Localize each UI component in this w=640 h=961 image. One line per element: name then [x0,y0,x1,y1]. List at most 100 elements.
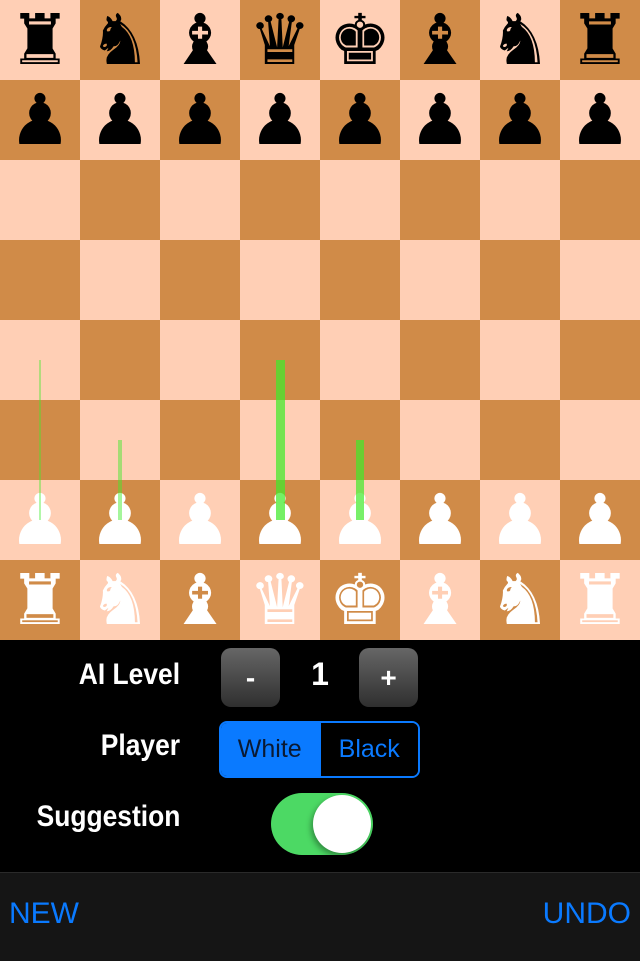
square-c4[interactable] [160,320,240,400]
player-label: Player [100,729,180,762]
square-e6[interactable] [320,160,400,240]
square-c1[interactable]: ♝ [160,560,240,640]
square-e4[interactable] [320,320,400,400]
square-g8[interactable]: ♞ [480,0,560,80]
square-g7[interactable]: ♟ [480,80,560,160]
new-game-button[interactable]: NEW [9,897,79,931]
white-knight-piece[interactable]: ♞ [80,560,160,640]
player-option-black[interactable]: Black [318,723,418,776]
square-h3[interactable] [560,400,640,480]
square-h8[interactable]: ♜ [560,0,640,80]
white-bishop-piece[interactable]: ♝ [400,560,480,640]
square-c3[interactable] [160,400,240,480]
square-c6[interactable] [160,160,240,240]
suggestion-line-d2-d4 [275,360,285,520]
black-rook-piece[interactable]: ♜ [0,0,80,80]
square-a8[interactable]: ♜ [0,0,80,80]
square-e5[interactable] [320,240,400,320]
white-rook-piece[interactable]: ♜ [560,560,640,640]
square-d5[interactable] [240,240,320,320]
square-f6[interactable] [400,160,480,240]
square-e1[interactable]: ♚ [320,560,400,640]
chess-board[interactable]: ♜ ♞ ♝ ♛ ♚ ♝ ♞ ♜ ♟ ♟ ♟ ♟ ♟ ♟ ♟ ♟ ♟ ♟ ♟ ♟ ♟ ♟ ♟ ♟ ♜ ♞ ♝ ♛ ♚ ♝ ♞ ♜ [0,0,640,640]
black-pawn-piece[interactable]: ♟ [0,80,80,160]
suggestion-line-a2-a4 [39,360,41,520]
player-option-white[interactable]: White [221,723,319,776]
white-king-piece[interactable]: ♚ [320,560,400,640]
square-a7[interactable]: ♟ [0,80,80,160]
black-pawn-piece[interactable]: ♟ [480,80,560,160]
ai-level-decrement-button[interactable]: - [221,648,280,707]
square-f5[interactable] [400,240,480,320]
square-f8[interactable]: ♝ [400,0,480,80]
white-queen-piece[interactable]: ♛ [240,560,320,640]
square-a5[interactable] [0,240,80,320]
bottom-toolbar: NEW UNDO [0,872,640,961]
square-b7[interactable]: ♟ [80,80,160,160]
black-pawn-piece[interactable]: ♟ [320,80,400,160]
square-f1[interactable]: ♝ [400,560,480,640]
square-c2[interactable]: ♟ [160,480,240,560]
black-queen-piece[interactable]: ♛ [240,0,320,80]
square-b8[interactable]: ♞ [80,0,160,80]
square-g2[interactable]: ♟ [480,480,560,560]
black-knight-piece[interactable]: ♞ [480,0,560,80]
square-b4[interactable] [80,320,160,400]
square-b6[interactable] [80,160,160,240]
square-e8[interactable]: ♚ [320,0,400,80]
square-c8[interactable]: ♝ [160,0,240,80]
black-king-piece[interactable]: ♚ [320,0,400,80]
suggestion-label: Suggestion [36,800,180,833]
square-c5[interactable] [160,240,240,320]
black-bishop-piece[interactable]: ♝ [160,0,240,80]
square-b1[interactable]: ♞ [80,560,160,640]
white-pawn-piece[interactable]: ♟ [560,480,640,560]
square-h2[interactable]: ♟ [560,480,640,560]
square-b5[interactable] [80,240,160,320]
square-a1[interactable]: ♜ [0,560,80,640]
square-g6[interactable] [480,160,560,240]
square-h1[interactable]: ♜ [560,560,640,640]
black-bishop-piece[interactable]: ♝ [400,0,480,80]
black-pawn-piece[interactable]: ♟ [240,80,320,160]
white-bishop-piece[interactable]: ♝ [160,560,240,640]
square-d8[interactable]: ♛ [240,0,320,80]
ai-level-value: 1 [311,656,329,692]
square-g4[interactable] [480,320,560,400]
square-d1[interactable]: ♛ [240,560,320,640]
square-g1[interactable]: ♞ [480,560,560,640]
white-pawn-piece[interactable]: ♟ [400,480,480,560]
square-g3[interactable] [480,400,560,480]
suggestion-toggle[interactable] [271,793,373,855]
white-pawn-piece[interactable]: ♟ [480,480,560,560]
black-pawn-piece[interactable]: ♟ [560,80,640,160]
player-segmented-control: White Black [219,721,420,778]
square-f7[interactable]: ♟ [400,80,480,160]
square-e7[interactable]: ♟ [320,80,400,160]
suggestion-line-e2-e3 [356,440,364,520]
black-pawn-piece[interactable]: ♟ [80,80,160,160]
white-rook-piece[interactable]: ♜ [0,560,80,640]
square-f4[interactable] [400,320,480,400]
square-d6[interactable] [240,160,320,240]
square-f3[interactable] [400,400,480,480]
square-d7[interactable]: ♟ [240,80,320,160]
black-pawn-piece[interactable]: ♟ [400,80,480,160]
square-g5[interactable] [480,240,560,320]
black-rook-piece[interactable]: ♜ [560,0,640,80]
suggestion-line-b2-b3 [118,440,122,520]
square-f2[interactable]: ♟ [400,480,480,560]
white-pawn-piece[interactable]: ♟ [160,480,240,560]
square-h6[interactable] [560,160,640,240]
square-h4[interactable] [560,320,640,400]
black-pawn-piece[interactable]: ♟ [160,80,240,160]
square-a6[interactable] [0,160,80,240]
ai-level-increment-button[interactable]: + [359,648,418,707]
square-h7[interactable]: ♟ [560,80,640,160]
square-c7[interactable]: ♟ [160,80,240,160]
undo-button[interactable]: UNDO [543,897,631,931]
white-knight-piece[interactable]: ♞ [480,560,560,640]
black-knight-piece[interactable]: ♞ [80,0,160,80]
ai-level-label: AI Level [78,658,180,691]
square-h5[interactable] [560,240,640,320]
